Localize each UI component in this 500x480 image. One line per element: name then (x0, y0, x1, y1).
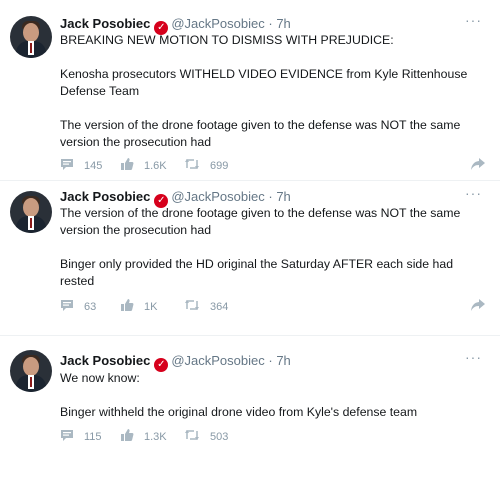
divider (0, 335, 500, 336)
tweet-line: The version of the drone footage given t… (60, 118, 461, 149)
author-name[interactable]: Jack Posobiec (60, 353, 150, 368)
like-count: 1.3K (144, 430, 167, 443)
retweet-count: 364 (210, 300, 229, 313)
avatar[interactable] (10, 191, 52, 233)
author-handle[interactable]: @JackPosobiec (171, 16, 264, 31)
reply-button[interactable]: 145 (60, 157, 102, 174)
reply-count: 145 (84, 159, 103, 172)
separator-dot: · (268, 189, 273, 204)
like-button[interactable]: 1.3K (120, 428, 167, 445)
like-icon (120, 157, 134, 174)
retweet-count: 503 (210, 430, 229, 443)
comment-icon (60, 428, 74, 445)
tweet-line: Binger withheld the original drone video… (60, 405, 418, 419)
retweet-button[interactable]: 364 (184, 298, 228, 315)
like-icon (120, 428, 134, 445)
like-count: 1K (144, 300, 158, 313)
tweet-actions: 115 1.3K 503 (60, 428, 480, 446)
like-button[interactable]: 1K (120, 298, 157, 315)
reply-button[interactable]: 63 (60, 298, 96, 315)
like-icon (120, 298, 134, 315)
comment-icon (60, 298, 74, 315)
author-handle[interactable]: @JackPosobiec (171, 189, 264, 204)
reply-count: 115 (84, 430, 102, 443)
reply-button[interactable]: 115 (60, 428, 102, 445)
divider (0, 180, 500, 181)
author-name[interactable]: Jack Posobiec (60, 16, 150, 31)
retweet-button[interactable]: 699 (184, 157, 228, 174)
share-icon[interactable] (470, 157, 486, 174)
separator-dot: · (268, 16, 273, 31)
tweet-line: Binger only provided the HD original the… (60, 257, 454, 288)
more-options-icon[interactable]: ··· (465, 349, 482, 365)
reply-count: 63 (84, 300, 97, 313)
tweet-line: BREAKING NEW MOTION TO DISMISS WITH PREJ… (60, 33, 394, 47)
timestamp[interactable]: 7h (276, 16, 290, 31)
avatar[interactable] (10, 16, 52, 58)
separator-dot: · (268, 353, 273, 368)
retweet-count: 699 (210, 159, 229, 172)
retweet-icon (184, 428, 200, 445)
more-options-icon[interactable]: ··· (465, 12, 482, 28)
like-button[interactable]: 1.6K (120, 157, 167, 174)
tweet-line: Kenosha prosecutors WITHELD VIDEO EVIDEN… (60, 67, 468, 98)
author-name[interactable]: Jack Posobiec (60, 189, 150, 204)
tweet-actions: 145 1.6K 699 (60, 157, 485, 175)
retweet-icon (184, 298, 200, 315)
comment-icon (60, 157, 74, 174)
tweet-text: BREAKING NEW MOTION TO DISMISS WITH PREJ… (60, 32, 480, 168)
tweet-actions: 63 1K 364 (60, 298, 485, 316)
retweet-icon (184, 157, 200, 174)
share-icon[interactable] (470, 298, 486, 315)
tweet-line: The version of the drone footage given t… (60, 206, 461, 237)
timestamp[interactable]: 7h (276, 189, 290, 204)
timestamp[interactable]: 7h (276, 353, 290, 368)
more-options-icon[interactable]: ··· (465, 185, 482, 201)
retweet-button[interactable]: 503 (184, 428, 228, 445)
author-handle[interactable]: @JackPosobiec (171, 353, 264, 368)
tweet-line: We now know: (60, 371, 140, 385)
like-count: 1.6K (144, 159, 167, 172)
tweet-text: The version of the drone footage given t… (60, 205, 480, 307)
avatar[interactable] (10, 350, 52, 392)
